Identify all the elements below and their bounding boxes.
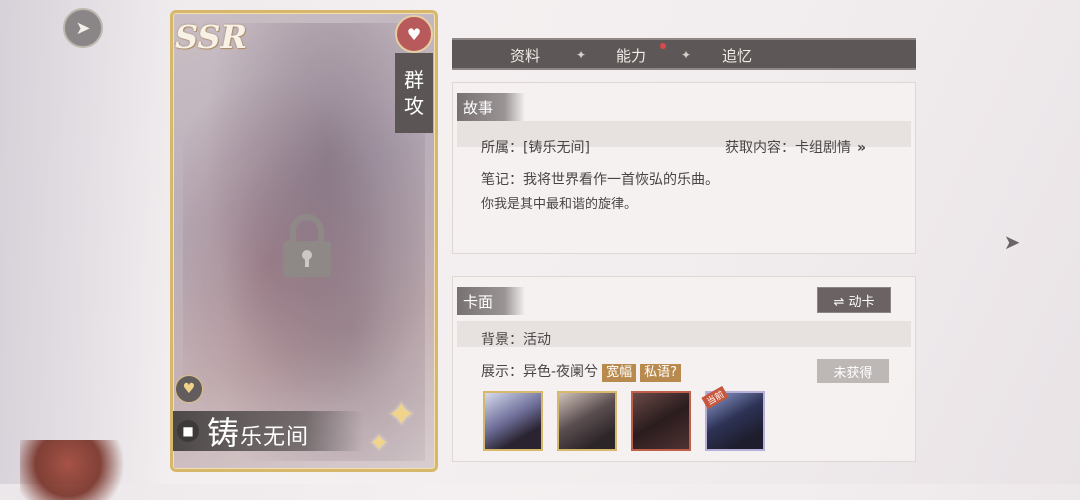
card-name-bar: ■ 铸乐无间 xyxy=(173,408,363,454)
back-arrow-icon: ➤ xyxy=(75,17,91,39)
card-name-first-char: 铸 xyxy=(207,414,241,452)
display-value: 异色-夜阑兮 xyxy=(523,364,599,380)
sparkle-icon: ✦ xyxy=(387,395,416,435)
unobtained-button[interactable]: 未获得 xyxy=(817,359,889,383)
next-card-button[interactable]: ➤ xyxy=(997,228,1027,256)
tab-ability[interactable]: 能力 xyxy=(616,45,646,66)
wide-chip: 宽幅 xyxy=(602,364,637,382)
background-curtain xyxy=(0,0,170,484)
card-face-thumbnail[interactable]: 当前 xyxy=(701,385,765,451)
current-tag: 当前 xyxy=(701,385,729,410)
obtain-value: 卡组剧情 xyxy=(795,140,851,156)
double-chevron-icon: » xyxy=(857,140,867,156)
background-row: 背景：活动 xyxy=(481,329,551,349)
obtain-label: 获取内容： xyxy=(725,140,795,156)
story-panel: 故事 所属：[铸乐无间] 获取内容：卡组剧情 » 笔记：我将世界看作一首恢弘的乐曲… xyxy=(452,82,916,254)
dynamic-card-button[interactable]: ⇌ 动卡 xyxy=(817,287,891,313)
note-line-2: 你我是其中最和谐的旋律。 xyxy=(481,197,638,212)
attack-type-char-2: 攻 xyxy=(404,94,424,118)
card-face-thumbnail[interactable] xyxy=(631,391,691,451)
back-button[interactable]: ➤ xyxy=(63,8,103,48)
whisper-chip[interactable]: 私语? xyxy=(640,364,681,382)
heart-pulse-icon: ♥ xyxy=(395,15,433,53)
card-name: 铸乐无间 xyxy=(207,408,309,454)
sparkle-icon: ✦ xyxy=(369,429,390,457)
card-name-rest: 乐无间 xyxy=(240,425,310,450)
favorite-heart-icon[interactable]: ♥ xyxy=(175,375,203,403)
card-face-thumbnail[interactable] xyxy=(557,391,617,451)
rarity-badge: SSR xyxy=(174,18,248,56)
rose-decoration xyxy=(20,440,140,500)
face-header: 卡面 xyxy=(457,287,525,315)
note-label: 笔记： xyxy=(481,172,523,188)
attack-type-tag: 群 攻 xyxy=(395,53,433,133)
quill-icon: ✒ xyxy=(548,42,564,63)
belongs-label: 所属： xyxy=(481,140,523,156)
whisper-chip-label: 私语 xyxy=(644,365,671,380)
note-line-1: 我将世界看作一首恢弘的乐曲。 xyxy=(523,172,719,188)
display-row: 展示：异色-夜阑兮 宽幅 私语? xyxy=(481,361,681,382)
tab-separator-icon: ✦ xyxy=(681,48,692,62)
next-arrow-icon: ➤ xyxy=(1003,230,1021,254)
notification-dot xyxy=(660,43,666,49)
story-header: 故事 xyxy=(457,93,525,121)
tab-separator-icon: ✦ xyxy=(576,48,587,62)
help-icon: ? xyxy=(670,365,677,380)
belongs-value: [铸乐无间] xyxy=(523,140,590,156)
obtain-row[interactable]: 获取内容：卡组剧情 » xyxy=(725,137,866,157)
card-face-thumbnail[interactable] xyxy=(483,391,543,451)
lock-icon xyxy=(283,214,331,277)
display-label: 展示： xyxy=(481,364,523,380)
attack-type-char-1: 群 xyxy=(404,68,424,92)
tab-memory[interactable]: 追忆 xyxy=(722,45,752,66)
small-lock-icon: ■ xyxy=(177,420,199,442)
belongs-row: 所属：[铸乐无间] xyxy=(481,137,590,157)
card-face-panel: 卡面 ⇌ 动卡 背景：活动 展示：异色-夜阑兮 宽幅 私语? 未获得 当前 xyxy=(452,276,916,462)
tab-bar: 资料 ✒ ✦ 能力 ✦ 追忆 xyxy=(452,38,916,70)
background-label: 背景： xyxy=(481,332,523,348)
tab-profile[interactable]: 资料 xyxy=(510,45,540,66)
background-value: 活动 xyxy=(523,332,551,348)
note-row: 笔记：我将世界看作一首恢弘的乐曲。 xyxy=(481,169,719,189)
card-frame: SSR ♥ 群 攻 ♥ ■ 铸乐无间 ✦ ✦ xyxy=(170,10,438,472)
